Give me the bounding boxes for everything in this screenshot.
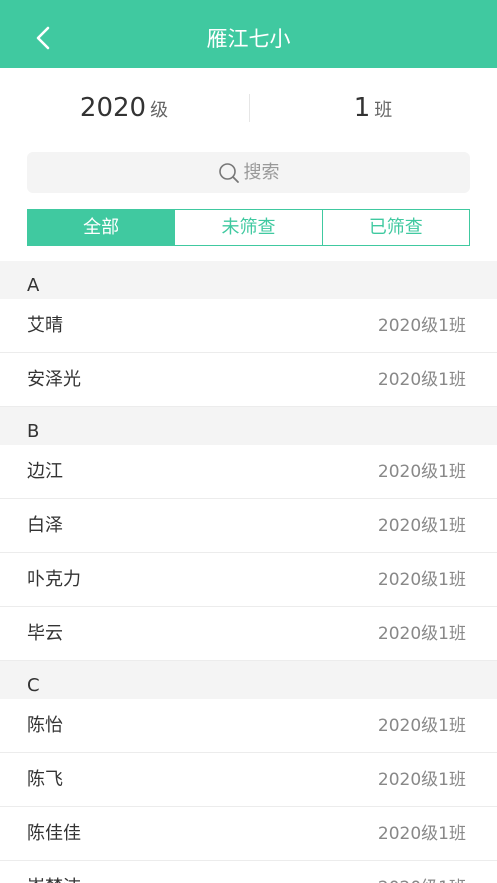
student-row[interactable]: 安泽光 2020级1班 [0,353,497,407]
student-list: A 艾晴 2020级1班 安泽光 2020级1班 B 边江 2020级1班 白泽 2020级1班卟… [0,261,497,883]
student-name: 陈飞 [27,769,63,790]
search-icon [218,162,239,183]
student-name: 白泽 [27,515,63,536]
student-name: 陈怡 [27,715,63,736]
student-name: 边江 [27,461,63,482]
filter-tabs: 全部 未筛查 已筛查 [27,209,470,246]
student-name: 陈佳佳 [27,823,81,844]
student-name: 毕云 [27,623,63,644]
grade-year-unit: 级 [150,100,169,121]
student-class: 2020级1班 [377,316,466,336]
search-input[interactable]: 搜索 [27,152,470,193]
student-row[interactable]: 岑梦洁 2020级1班 [0,861,497,883]
student-row[interactable]: 白泽 2020级1班 [0,499,497,553]
student-name: 艾晴 [27,315,63,336]
student-class: 2020级1班 [377,462,466,482]
student-class: 2020级1班 [377,716,466,736]
student-row[interactable]: 卟克力 2020级1班 [0,553,497,607]
grade-year: 2020 [79,93,147,123]
grade-class-selector: 2020 级 1班 [0,68,497,148]
tab-all[interactable]: 全部 [28,210,175,245]
student-class: 2020级1班 [377,770,466,790]
tab-unscreened[interactable]: 未筛查 [174,210,322,245]
student-class: 2020级1班 [377,370,466,390]
student-class: 2020级1班 [377,624,466,644]
grade-selector[interactable]: 2020 级 [0,90,248,126]
class-selector[interactable]: 1班 [249,90,497,126]
nav-bar: 雁江七小 [0,0,497,68]
student-row[interactable]: 陈怡 2020级1班 [0,699,497,753]
student-class: 2020级1班 [377,824,466,844]
class-unit: 班 [374,100,393,121]
section-header-b: B [0,407,497,445]
student-name: 安泽光 [27,369,81,390]
class-number: 1 [353,93,371,123]
student-class: 2020级1班 [377,570,466,590]
student-name: 岑梦洁 [27,875,81,883]
section-header-a: A [0,261,497,299]
student-row[interactable]: 陈飞 2020级1班 [0,753,497,807]
student-class: 2020级1班 [377,516,466,536]
page-title: 雁江七小 [206,27,291,51]
tab-screened[interactable]: 已筛查 [321,210,469,245]
student-row[interactable]: 艾晴 2020级1班 [0,299,497,353]
student-class: 2020级1班 [378,875,466,883]
student-name: 卟克力 [27,569,81,590]
section-header-c: C [0,661,497,699]
student-row[interactable]: 陈佳佳 2020级1班 [0,807,497,861]
search-placeholder: 搜索 [243,161,280,183]
student-row[interactable]: 边江 2020级1班 [0,445,497,499]
student-row[interactable]: 毕云 2020级1班 [0,607,497,661]
